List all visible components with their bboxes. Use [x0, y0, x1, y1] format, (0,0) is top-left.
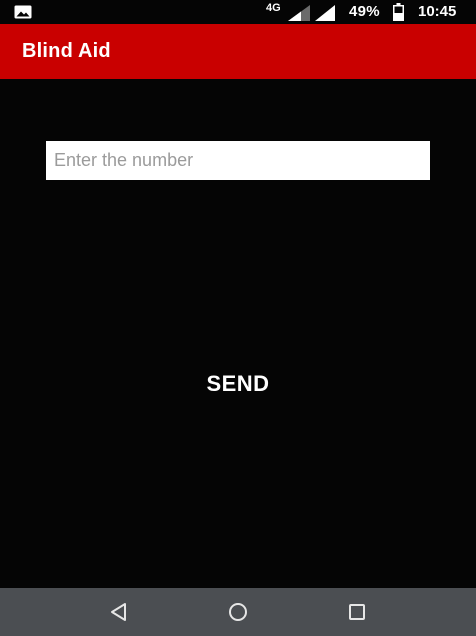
network-type-label: 4G — [266, 2, 281, 14]
home-icon[interactable] — [226, 600, 250, 624]
signal-icon — [288, 5, 310, 21]
recents-icon[interactable] — [345, 600, 369, 624]
image-icon — [14, 5, 32, 19]
navigation-bar — [0, 588, 476, 636]
signal-icon — [315, 5, 335, 21]
clock: 10:45 — [418, 3, 457, 20]
battery-percent: 49% — [349, 3, 380, 20]
back-icon[interactable] — [107, 600, 131, 624]
app-bar: Blind Aid — [0, 24, 476, 79]
app-title: Blind Aid — [22, 40, 111, 62]
status-bar: 4G 49% 10:45 — [0, 0, 476, 24]
battery-icon — [393, 3, 404, 21]
number-input[interactable] — [46, 141, 430, 180]
screen: 4G 49% 10:45 Blind Aid SEND — [0, 0, 476, 636]
send-button[interactable]: SEND — [168, 364, 308, 404]
